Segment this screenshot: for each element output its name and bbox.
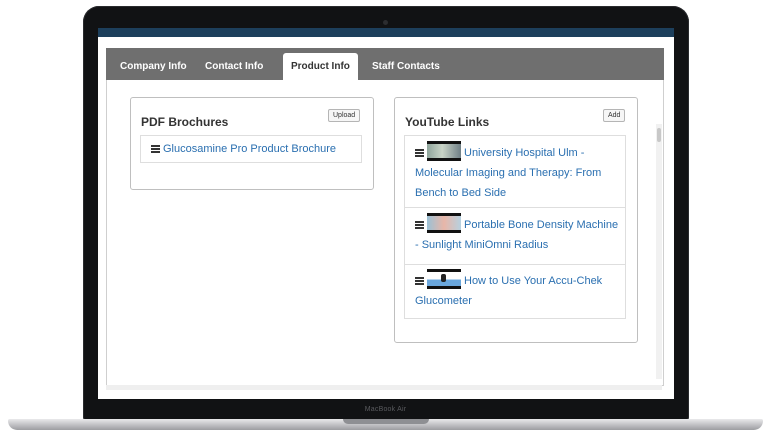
tab-contact-info[interactable]: Contact Info (197, 53, 271, 80)
tab-bar: Company Info Contact Info Product Info S… (106, 48, 664, 80)
video-thumbnail-icon (427, 141, 461, 161)
list-item[interactable]: Glucosamine Pro Product Brochure (140, 135, 362, 163)
scrollbar-thumb[interactable] (657, 128, 661, 142)
drag-handle-icon[interactable] (415, 277, 424, 285)
laptop-notch (343, 419, 429, 424)
drag-handle-icon[interactable] (151, 145, 160, 153)
tab-staff-contacts[interactable]: Staff Contacts (364, 53, 448, 80)
laptop-screen: Company Info Contact Info Product Info S… (98, 28, 674, 399)
tab-product-info[interactable]: Product Info (283, 53, 358, 80)
list-item[interactable]: Portable Bone Density Machine - Sunlight… (404, 207, 626, 265)
pdf-brochures-title: PDF Brochures (141, 115, 229, 129)
app-header-bar (98, 28, 674, 37)
youtube-links-box: YouTube Links Add University Hospital Ul… (394, 97, 638, 343)
vertical-scrollbar[interactable] (656, 124, 662, 379)
tab-company-info[interactable]: Company Info (112, 53, 195, 80)
upload-button[interactable]: Upload (328, 109, 361, 122)
pdf-brochures-box: PDF Brochures Upload Glucosamine Pro Pro… (130, 97, 374, 190)
video-thumbnail-icon (427, 269, 461, 289)
drag-handle-icon[interactable] (415, 221, 424, 229)
add-button[interactable]: Add (603, 109, 626, 122)
device-model-label: MacBook Air (364, 406, 407, 413)
video-thumbnail-icon (427, 213, 461, 233)
youtube-links-title: YouTube Links (405, 115, 490, 129)
webcam-icon (383, 20, 388, 25)
list-item[interactable]: How to Use Your Accu-Chek Glucometer (404, 264, 626, 319)
drag-handle-icon[interactable] (415, 149, 424, 157)
list-item[interactable]: University Hospital Ulm - Molecular Imag… (404, 135, 626, 208)
brochure-link[interactable]: Glucosamine Pro Product Brochure (163, 143, 336, 155)
horizontal-scrollbar[interactable] (106, 385, 662, 390)
